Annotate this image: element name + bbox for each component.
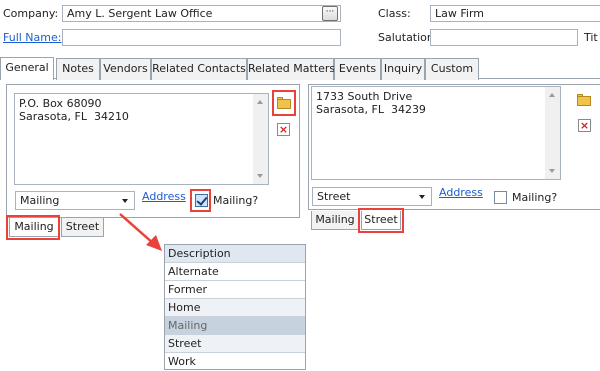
left-mailing-label: Mailing? — [213, 194, 259, 207]
left-mailing-checkbox[interactable] — [195, 194, 208, 207]
class-label: Class: — [378, 7, 411, 20]
left-address-type-value: Mailing — [20, 194, 60, 207]
right-address-text[interactable]: 1733 South Drive Sarasota, FL 34239 — [311, 86, 561, 180]
full-name-link[interactable]: Full Name: — [3, 31, 61, 44]
tab-custom[interactable]: Custom — [425, 58, 479, 80]
left-address-scrollbar[interactable] — [253, 94, 268, 184]
dropdown-option-street[interactable]: Street — [165, 335, 305, 353]
delete-icon[interactable]: × — [277, 123, 290, 136]
salutation-label: Salutation: — [378, 31, 438, 44]
left-address-type-select[interactable]: Mailing — [15, 191, 135, 210]
left-subtab-mailing[interactable]: Mailing — [9, 218, 59, 237]
tab-vendors[interactable]: Vendors — [100, 58, 151, 80]
full-name-field[interactable] — [62, 29, 341, 46]
dropdown-option-alternate[interactable]: Alternate — [165, 263, 305, 281]
scroll-down-icon[interactable] — [257, 174, 263, 178]
right-address-type-select[interactable]: Street — [312, 187, 432, 206]
dropdown-option-mailing[interactable]: Mailing — [165, 317, 305, 335]
dropdown-option-former[interactable]: Former — [165, 281, 305, 299]
title-label: Tit — [584, 31, 598, 44]
tab-inquiry[interactable]: Inquiry — [381, 58, 425, 80]
dropdown-option-work[interactable]: Work — [165, 353, 305, 371]
company-lookup-button[interactable]: ··· — [322, 6, 338, 21]
right-mailing-label: Mailing? — [512, 191, 558, 204]
tab-events[interactable]: Events — [334, 58, 381, 80]
folder-add-icon[interactable] — [277, 97, 291, 109]
right-address-type-value: Street — [317, 190, 351, 203]
right-mailing-checkbox[interactable] — [494, 191, 507, 204]
tab-related-contacts[interactable]: Related Contacts — [151, 58, 247, 80]
class-field[interactable]: Law Firm — [430, 5, 600, 22]
company-label: Company: — [3, 7, 59, 20]
dropdown-option-home[interactable]: Home — [165, 299, 305, 317]
right-address-scrollbar[interactable] — [545, 87, 560, 179]
chevron-down-icon[interactable] — [419, 195, 425, 199]
company-field[interactable]: Amy L. Sergent Law Office — [62, 5, 341, 22]
left-address-link[interactable]: Address — [142, 190, 186, 203]
tab-notes[interactable]: Notes — [56, 58, 100, 80]
left-subtab-street[interactable]: Street — [61, 218, 104, 237]
dropdown-header: Description — [165, 245, 305, 263]
delete-icon[interactable]: × — [578, 119, 591, 132]
right-subtab-mailing[interactable]: Mailing — [311, 211, 359, 230]
left-address-text[interactable]: P.O. Box 68090 Sarasota, FL 34210 — [14, 93, 269, 185]
folder-add-icon[interactable] — [577, 94, 591, 106]
tab-general[interactable]: General — [0, 57, 54, 80]
scroll-up-icon[interactable] — [257, 100, 263, 104]
chevron-down-icon[interactable] — [122, 199, 128, 203]
right-address-link[interactable]: Address — [439, 186, 483, 199]
scroll-up-icon[interactable] — [549, 93, 555, 97]
right-subtab-street[interactable]: Street — [361, 211, 401, 230]
scroll-down-icon[interactable] — [549, 169, 555, 173]
address-type-dropdown: Description Alternate Former Home Mailin… — [164, 244, 306, 370]
salutation-field[interactable] — [430, 29, 578, 46]
tab-related-matters[interactable]: Related Matters — [247, 58, 335, 80]
